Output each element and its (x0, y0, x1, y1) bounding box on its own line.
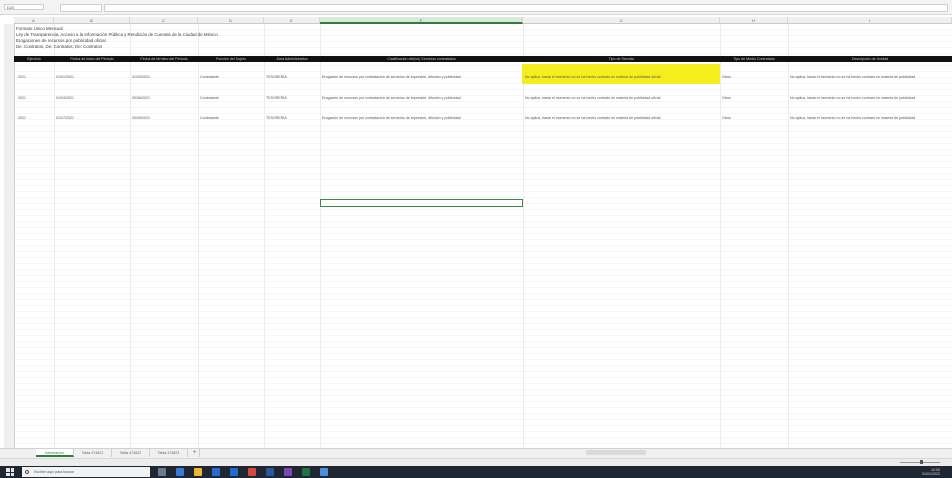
table-cell[interactable]: 01/01/2021 (56, 74, 128, 80)
sheet-tab[interactable]: Tabla 474822 (112, 449, 150, 457)
app-icon[interactable] (320, 468, 328, 476)
info-line: De: Contratos; De: Contratos; De: Contra… (16, 44, 103, 49)
formula-input[interactable] (104, 4, 948, 12)
header-cell[interactable]: Fecha de inicio del Periodo (56, 56, 128, 62)
table-cell[interactable]: Otros (722, 115, 786, 121)
selected-cell[interactable] (320, 199, 523, 207)
grid-line (788, 24, 789, 448)
table-cell[interactable]: No aplica, hasta el momento no se ha hec… (790, 74, 950, 80)
column-header-c[interactable]: C (130, 17, 198, 24)
info-line: Formato Único Mensual (16, 26, 63, 31)
table-cell[interactable]: Erogación de recursos por contratación d… (322, 95, 521, 101)
table-cell[interactable]: No aplica, hasta el momento no se ha hec… (790, 95, 950, 101)
header-cell[interactable]: Tipo de Servicio (525, 56, 718, 62)
table-cell[interactable]: 30/09/2021 (132, 115, 196, 121)
column-header-g[interactable]: G (523, 17, 720, 24)
table-cell[interactable]: 01/07/2021 (56, 115, 128, 121)
header-cell[interactable]: Fecha de término del Periodo (132, 56, 196, 62)
header-cell[interactable]: Función del Sujeto (200, 56, 262, 62)
file-explorer-icon[interactable] (194, 468, 202, 476)
column-header-e[interactable]: E (264, 17, 320, 24)
zoom-slider[interactable] (900, 460, 940, 464)
column-header-a[interactable]: A (14, 17, 54, 24)
search-icon (25, 469, 29, 474)
table-cell[interactable]: Otros (722, 95, 786, 101)
table-cell[interactable]: 2021 (18, 74, 52, 80)
table-cell[interactable]: TESORERÍA (266, 95, 318, 101)
task-view-icon[interactable] (158, 468, 166, 476)
table-cell[interactable]: TESORERÍA (266, 74, 318, 80)
table-cell[interactable]: Erogación de recursos por contratación d… (322, 115, 521, 121)
table-cell[interactable]: No aplica, hasta el momento no se ha hec… (790, 115, 950, 121)
info-line: Ley de Transparencia, Acceso a la Inform… (16, 32, 218, 37)
table-cell[interactable]: 2021 (18, 95, 52, 101)
sheet-tab[interactable]: Tabla 474823 (150, 449, 188, 457)
grid-line (198, 24, 199, 448)
column-header-d[interactable]: D (198, 17, 264, 24)
excel-icon[interactable] (302, 468, 310, 476)
grid-line (264, 24, 265, 448)
column-header-i[interactable]: I (788, 17, 952, 24)
office-icon[interactable] (248, 468, 256, 476)
grid-line (320, 24, 321, 448)
grid-line (523, 24, 524, 448)
horizontal-scrollbar[interactable] (586, 450, 646, 455)
add-sheet-icon[interactable]: + (190, 449, 200, 457)
grid-line (130, 24, 131, 448)
table-cell[interactable]: 30/06/2021 (132, 95, 196, 101)
store-icon[interactable] (212, 468, 220, 476)
table-cell[interactable]: Otros (722, 74, 786, 80)
header-cell[interactable]: Área Administrativa (266, 56, 318, 62)
column-header-h[interactable]: H (720, 17, 788, 24)
table-cell[interactable]: Contratante (200, 95, 262, 101)
windows-start-icon[interactable] (6, 468, 14, 476)
edge-icon[interactable] (176, 468, 184, 476)
table-cell[interactable]: Contratante (200, 115, 262, 121)
header-cell[interactable]: Tipo de Medio Contratado (722, 56, 786, 62)
header-cell[interactable]: Ejercicio (16, 56, 52, 62)
table-cell[interactable]: TESORERÍA (266, 115, 318, 121)
column-header-b[interactable]: B (54, 17, 130, 24)
table-cell[interactable]: No aplica, hasta el momento no se ha hec… (525, 95, 718, 101)
name-box[interactable]: D20 (4, 4, 44, 10)
zoom-knob[interactable] (920, 460, 923, 464)
clock-date: 01/01/2022 (922, 472, 940, 476)
table-cell[interactable]: 31/03/2021 (132, 74, 196, 80)
sheet-tab[interactable]: Tabla 474821 (74, 449, 112, 457)
table-cell[interactable]: No aplica, hasta el momento no se ha hec… (525, 115, 718, 121)
taskbar-search-input[interactable]: Escribe aquí para buscar (22, 467, 150, 477)
table-cell[interactable]: 2021 (18, 115, 52, 121)
formula-icons[interactable] (60, 4, 102, 12)
table-cell[interactable]: Erogación de recursos por contratación d… (322, 74, 521, 80)
grid-line (54, 24, 55, 448)
mail-icon[interactable] (230, 468, 238, 476)
header-cell[interactable]: Clasificación del(los) Servicios contrat… (322, 56, 521, 62)
table-cell[interactable]: No aplica, hasta el momento no se ha hec… (525, 74, 718, 80)
cell-grid[interactable] (14, 24, 952, 448)
table-cell[interactable]: 01/04/2021 (56, 95, 128, 101)
word-icon[interactable] (266, 468, 274, 476)
teams-icon[interactable] (284, 468, 292, 476)
sheet-tab-informacion[interactable]: Informacion (36, 449, 74, 457)
system-clock[interactable]: 12:00 01/01/2022 (890, 468, 940, 476)
column-header-f[interactable]: F (320, 17, 523, 24)
grid-line (720, 24, 721, 448)
header-cell[interactable]: Descripción de Unidad (790, 56, 950, 62)
table-cell[interactable]: Contratante (200, 74, 262, 80)
info-line: Erogaciones de recursos por publicidad o… (16, 38, 106, 43)
